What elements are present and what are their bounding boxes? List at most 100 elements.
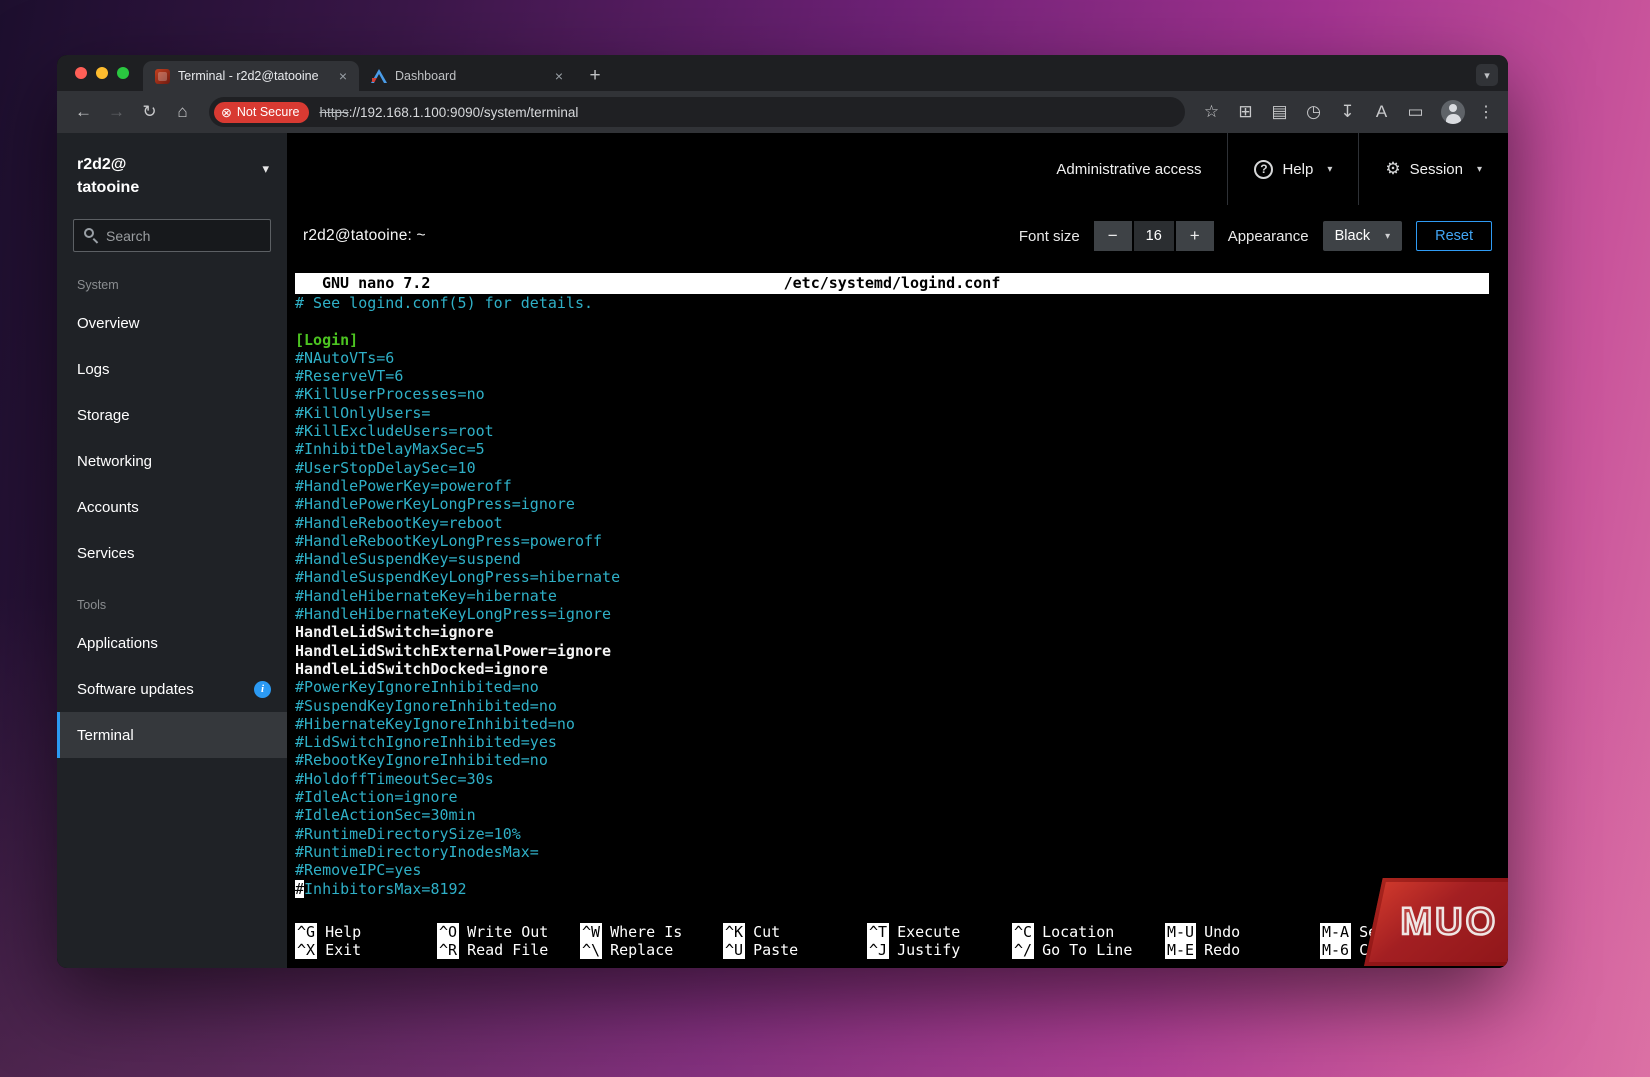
maximize-button[interactable]	[117, 67, 129, 79]
sidebar-item-terminal[interactable]: Terminal	[57, 712, 287, 758]
terminal-screen[interactable]: GNU nano 7.2 /etc/systemd/logind.conf # …	[287, 267, 1508, 968]
shortcut-label: Go To Line	[1042, 941, 1132, 959]
reading-list-icon[interactable]: ▤	[1263, 96, 1296, 129]
tab-close-icon[interactable]: ×	[335, 68, 351, 84]
host-selector[interactable]: r2d2@ tatooine ▾	[57, 133, 287, 209]
terminal-toolbar: r2d2@tatooine: ~ Font size − 16 + Appear…	[287, 205, 1508, 267]
cockpit-favicon	[155, 69, 170, 84]
terminal-line: #ReserveVT=6	[295, 367, 1508, 385]
font-size-decrease-button[interactable]: −	[1094, 221, 1132, 251]
shortcut-column: ^TExecute^JJustify	[867, 923, 1012, 960]
search-input[interactable]	[73, 219, 271, 252]
reset-button[interactable]: Reset	[1416, 221, 1492, 251]
home-icon[interactable]: ⌂	[166, 96, 199, 129]
sidebar-item-networking[interactable]: Networking	[57, 438, 287, 484]
sidebar-item-overview[interactable]: Overview	[57, 300, 287, 346]
devices-icon[interactable]: ▭	[1399, 96, 1432, 129]
appearance-select[interactable]: Black ▾	[1323, 221, 1403, 251]
address-bar[interactable]: ⊗ Not Secure https://192.168.1.100:9090/…	[209, 97, 1185, 127]
nano-shortcut: ^K Cut	[723, 923, 867, 942]
chevron-down-icon: ▾	[1327, 164, 1332, 175]
nano-shortcut: ^UPaste	[723, 941, 867, 960]
terminal-line: #UserStopDelaySec=10	[295, 459, 1508, 477]
sidebar-section-label: Tools	[57, 576, 287, 620]
window-controls	[57, 55, 143, 91]
dashboard-favicon	[371, 69, 387, 83]
session-menu-button[interactable]: ⚙ Session ▾	[1358, 133, 1508, 205]
not-secure-badge[interactable]: ⊗ Not Secure	[214, 102, 309, 123]
session-label: Session	[1410, 161, 1463, 178]
shortcut-key: ^K	[723, 923, 745, 941]
help-icon: ?	[1254, 160, 1273, 179]
shortcut-label: Undo	[1204, 923, 1240, 941]
sidebar-item-label: Services	[77, 545, 135, 562]
info-badge: i	[254, 681, 271, 698]
help-menu-button[interactable]: ? Help ▾	[1227, 133, 1358, 205]
history-icon[interactable]: ◷	[1297, 96, 1330, 129]
shortcut-key: ^\	[580, 941, 602, 959]
shortcut-label: Execute	[897, 923, 960, 941]
back-icon[interactable]: ←	[67, 96, 100, 129]
terminal-line: #HandlePowerKeyLongPress=ignore	[295, 495, 1508, 513]
minimize-button[interactable]	[96, 67, 108, 79]
sidebar-item-storage[interactable]: Storage	[57, 392, 287, 438]
sidebar-item-label: Accounts	[77, 499, 139, 516]
sidebar-item-software-updates[interactable]: Software updatesi	[57, 666, 287, 712]
host-user: r2d2@	[77, 153, 267, 176]
desktop-background: Terminal - r2d2@tatooine × Dashboard × +…	[0, 0, 1650, 1077]
shortcut-key: ^T	[867, 923, 889, 941]
admin-access-button[interactable]: Administrative access	[1030, 133, 1227, 205]
shortcut-label: Paste	[753, 941, 798, 959]
sidebar-item-accounts[interactable]: Accounts	[57, 484, 287, 530]
terminal-line: #PowerKeyIgnoreInhibited=no	[295, 678, 1508, 696]
tab-search-button[interactable]: ▾	[1476, 64, 1498, 86]
reload-icon[interactable]: ↻	[133, 96, 166, 129]
downloads-icon[interactable]: ↧	[1331, 96, 1364, 129]
nano-title-bar: GNU nano 7.2 /etc/systemd/logind.conf	[295, 273, 1489, 294]
sidebar-item-label: Networking	[77, 453, 152, 470]
shortcut-label: Read File	[467, 941, 548, 959]
browser-menu-icon[interactable]: ⋮	[1474, 97, 1498, 127]
translate-icon[interactable]: A	[1365, 96, 1398, 129]
terminal-line: #HandleSuspendKey=suspend	[295, 550, 1508, 568]
font-size-increase-button[interactable]: +	[1176, 221, 1214, 251]
terminal-line: #HandleRebootKey=reboot	[295, 514, 1508, 532]
nano-shortcut: ^XExit	[295, 941, 437, 960]
nano-filename: /etc/systemd/logind.conf	[784, 273, 1001, 294]
shortcut-label: Exit	[325, 941, 361, 959]
shortcut-label: Cut	[753, 923, 780, 941]
nav-left-icons: ←→↻⌂	[67, 96, 199, 129]
sidebar-item-services[interactable]: Services	[57, 530, 287, 576]
browser-window: Terminal - r2d2@tatooine × Dashboard × +…	[57, 55, 1508, 968]
profile-avatar[interactable]	[1441, 100, 1465, 124]
browser-toolbar: ←→↻⌂ ⊗ Not Secure https://192.168.1.100:…	[57, 91, 1508, 133]
nano-shortcuts: ^GHelp^XExit^OWrite Out^RRead File^WWher…	[295, 923, 1508, 960]
terminal-line: #SuspendKeyIgnoreInhibited=no	[295, 697, 1508, 715]
sidebar-item-applications[interactable]: Applications	[57, 620, 287, 666]
shortcut-column: ^CLocation^/Go To Line	[1012, 923, 1165, 960]
sidebar: r2d2@ tatooine ▾ SystemOverviewLogsStora…	[57, 133, 287, 968]
terminal-line: #RebootKeyIgnoreInhibited=no	[295, 751, 1508, 769]
reset-label: Reset	[1435, 228, 1473, 244]
shortcut-key: M-A	[1320, 923, 1351, 941]
tab-close-icon[interactable]: ×	[551, 68, 567, 84]
terminal-line: #HibernateKeyIgnoreInhibited=no	[295, 715, 1508, 733]
shortcut-column: ^K Cut^UPaste	[723, 923, 867, 960]
shortcut-label: Help	[325, 923, 361, 941]
extensions-icon[interactable]: ⊞	[1229, 96, 1262, 129]
nano-shortcut: ^WWhere Is	[580, 923, 723, 942]
nano-shortcut: ^GHelp	[295, 923, 437, 942]
tab-dashboard[interactable]: Dashboard ×	[359, 61, 575, 91]
terminal-line: #RemoveIPC=yes	[295, 861, 1508, 879]
forward-icon[interactable]: →	[100, 96, 133, 129]
sidebar-item-logs[interactable]: Logs	[57, 346, 287, 392]
bookmark-star-icon[interactable]: ☆	[1195, 96, 1228, 129]
close-button[interactable]	[75, 67, 87, 79]
appearance-value: Black	[1335, 228, 1370, 244]
nano-shortcut: ^CLocation	[1012, 923, 1165, 942]
nano-version: GNU nano 7.2	[295, 274, 430, 292]
url-text: https://192.168.1.100:9090/system/termin…	[319, 105, 578, 120]
tab-terminal[interactable]: Terminal - r2d2@tatooine ×	[143, 61, 359, 91]
new-tab-button[interactable]: +	[581, 62, 609, 90]
terminal-line: [Login]	[295, 331, 1508, 349]
